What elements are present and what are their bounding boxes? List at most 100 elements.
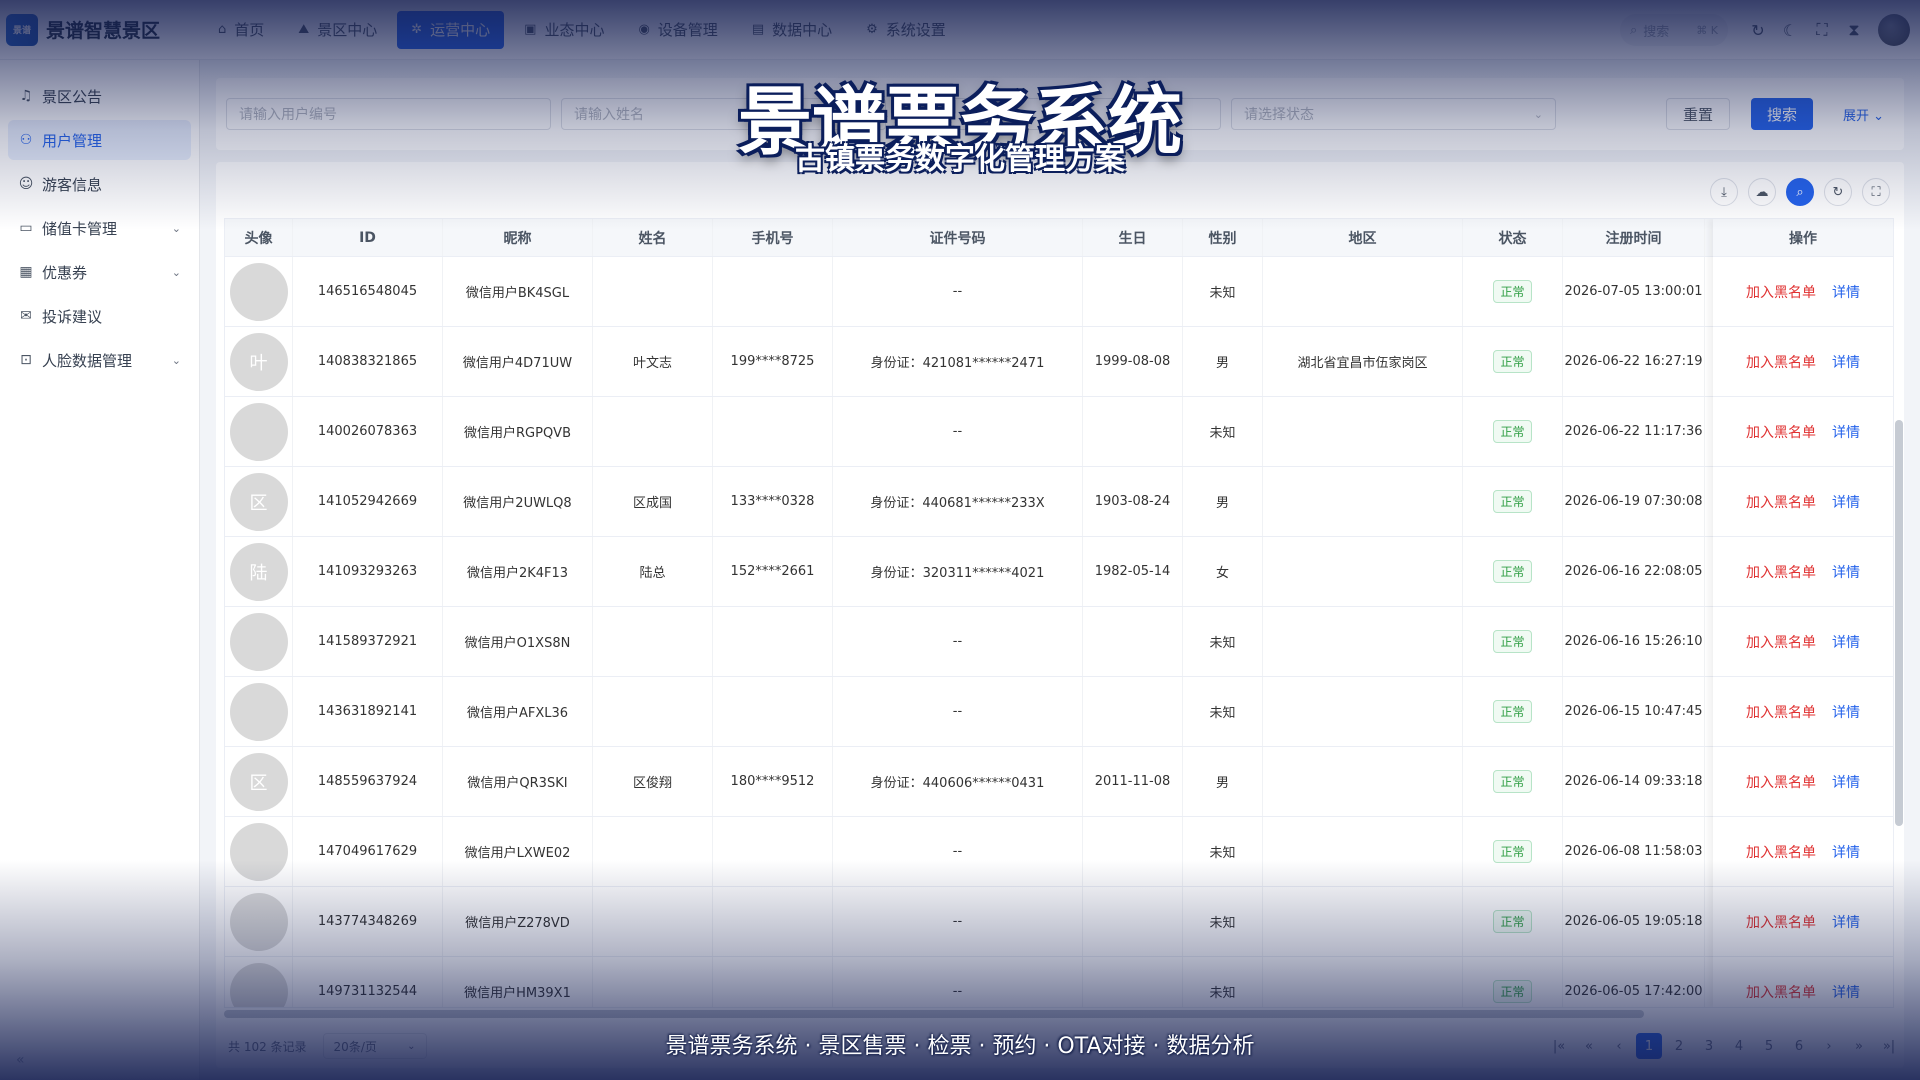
cell-id: 140026078363 xyxy=(293,397,443,466)
app-logo[interactable]: 景谱 景谱智慧景区 xyxy=(0,0,200,60)
status-badge: 正常 xyxy=(1493,700,1532,723)
detail-link[interactable]: 详情 xyxy=(1832,982,1860,1002)
table-row: 陆 141093293263 微信用户2K4F13 陆总 152****2661 身份证：… xyxy=(225,537,1893,607)
column-header: 昵称 xyxy=(443,219,593,256)
dark-mode-icon[interactable]: ☾ xyxy=(1774,21,1806,40)
vertical-scrollbar[interactable] xyxy=(1895,420,1903,826)
blacklist-link[interactable]: 加入黑名单 xyxy=(1746,842,1816,862)
cell-status: 正常 xyxy=(1463,677,1563,746)
status-badge: 正常 xyxy=(1493,840,1532,863)
nav-tab[interactable]: ▣ 业态中心 xyxy=(510,11,618,49)
blacklist-link[interactable]: 加入黑名单 xyxy=(1746,702,1816,722)
status-badge: 正常 xyxy=(1493,910,1532,933)
nav-tab[interactable]: ⌂ 首页 xyxy=(204,11,278,49)
column-header: ID xyxy=(293,219,443,256)
nav-tab-label: 业态中心 xyxy=(544,21,605,39)
cloud-upload-icon[interactable]: ☁ xyxy=(1748,178,1776,206)
blacklist-link[interactable]: 加入黑名单 xyxy=(1746,912,1816,932)
refresh-table-icon[interactable]: ↻ xyxy=(1824,178,1852,206)
cell-phone xyxy=(713,957,833,1007)
cell-id: 141093293263 xyxy=(293,537,443,606)
sidebar-item[interactable]: ▦ 优惠券 ⌄ xyxy=(8,252,191,292)
cell-nickname: 微信用户HM39X1 xyxy=(443,957,593,1007)
cell-phone: 180****9512 xyxy=(713,747,833,816)
detail-link[interactable]: 详情 xyxy=(1832,912,1860,932)
column-header: 证件号码 xyxy=(833,219,1083,256)
operation-column: 操作 加入黑名单 详情 加入黑名单 详情 加入黑名单 详情 加入黑名单 详情 加入黑名单 详情 加入黑… xyxy=(1713,219,1893,1007)
cell-name: 区成国 xyxy=(593,467,713,536)
detail-link[interactable]: 详情 xyxy=(1832,562,1860,582)
blacklist-link[interactable]: 加入黑名单 xyxy=(1746,352,1816,372)
global-search-placeholder: 搜索 xyxy=(1643,24,1670,40)
cell-cert: -- xyxy=(833,607,1083,676)
table-row: 143631892141 微信用户AFXL36 -- 未知 正常 2026-06-15 1… xyxy=(225,677,1893,747)
cell-gender: 男 xyxy=(1183,467,1263,536)
hourglass-icon[interactable]: ⧗ xyxy=(1838,20,1870,40)
cell-nickname: 微信用户BK4SGL xyxy=(443,257,593,326)
cell-region xyxy=(1263,817,1463,886)
blacklist-link[interactable]: 加入黑名单 xyxy=(1746,562,1816,582)
search-shortcut: ⌘ K xyxy=(1696,23,1718,37)
nav-tab[interactable]: ◉ 设备管理 xyxy=(624,11,731,49)
status-badge: 正常 xyxy=(1493,280,1532,303)
fullscreen-icon[interactable]: ⛶ xyxy=(1806,20,1838,40)
blacklist-link[interactable]: 加入黑名单 xyxy=(1746,772,1816,792)
cell-cert: 身份证：421081******2471 xyxy=(833,327,1083,396)
blacklist-link[interactable]: 加入黑名单 xyxy=(1746,492,1816,512)
cell-birthday xyxy=(1083,397,1183,466)
cell-birthday xyxy=(1083,257,1183,326)
cell-phone xyxy=(713,887,833,956)
column-header: 生日 xyxy=(1083,219,1183,256)
cell-registered: 2026-06-15 10:47:45 xyxy=(1563,677,1705,746)
cell-cert: 身份证：440681******233X xyxy=(833,467,1083,536)
face-scan-icon: ⊡ xyxy=(20,352,32,368)
cell-phone: 152****2661 xyxy=(713,537,833,606)
cell-gender: 未知 xyxy=(1183,257,1263,326)
nav-tab[interactable]: ⚙ 系统设置 xyxy=(852,11,960,49)
settings-icon: ⚙ xyxy=(866,22,878,37)
detail-link[interactable]: 详情 xyxy=(1832,282,1860,302)
search-toggle-icon[interactable]: ⌕ xyxy=(1786,178,1814,206)
cell-phone xyxy=(713,607,833,676)
blacklist-link[interactable]: 加入黑名单 xyxy=(1746,632,1816,652)
cell-gender: 未知 xyxy=(1183,607,1263,676)
refresh-icon[interactable]: ↻ xyxy=(1742,21,1774,40)
detail-link[interactable]: 详情 xyxy=(1832,772,1860,792)
cell-id: 141052942669 xyxy=(293,467,443,536)
global-search[interactable]: ⌕ 搜索 ⌘ K xyxy=(1620,14,1728,46)
top-right-tools: ⌕ 搜索 ⌘ K ↻ ☾ ⛶ ⧗ xyxy=(1620,0,1910,60)
nav-tab[interactable]: ▤ 数据中心 xyxy=(738,11,846,49)
detail-link[interactable]: 详情 xyxy=(1832,492,1860,512)
cell-nickname: 微信用户AFXL36 xyxy=(443,677,593,746)
column-header: 手机号 xyxy=(713,219,833,256)
cell-status: 正常 xyxy=(1463,327,1563,396)
sidebar-item[interactable]: ▭ 储值卡管理 ⌄ xyxy=(8,208,191,248)
nav-tab[interactable]: ✲ 运营中心 xyxy=(397,10,505,49)
cell-status: 正常 xyxy=(1463,957,1563,1007)
cell-birthday xyxy=(1083,677,1183,746)
user-avatar[interactable] xyxy=(1878,14,1910,46)
sidebar-item-label: 投诉建议 xyxy=(42,307,103,326)
sidebar-item[interactable]: ✉ 投诉建议 xyxy=(8,296,191,336)
download-icon[interactable]: ⤓ xyxy=(1710,178,1738,206)
row-actions: 加入黑名单 详情 xyxy=(1713,817,1893,887)
cell-status: 正常 xyxy=(1463,397,1563,466)
detail-link[interactable]: 详情 xyxy=(1832,352,1860,372)
cell-birthday: 1999-08-08 xyxy=(1083,327,1183,396)
nav-tab[interactable]: ⛰ 景区中心 xyxy=(284,11,391,49)
fullscreen-table-icon[interactable]: ⛶ xyxy=(1862,178,1890,206)
sidebar-item[interactable]: ⊡ 人脸数据管理 ⌄ xyxy=(8,340,191,380)
horizontal-scrollbar[interactable] xyxy=(224,1010,1644,1018)
landscape-icon: ⛰ xyxy=(298,22,310,37)
cell-cert: -- xyxy=(833,817,1083,886)
blacklist-link[interactable]: 加入黑名单 xyxy=(1746,422,1816,442)
cell-avatar xyxy=(225,817,293,886)
detail-link[interactable]: 详情 xyxy=(1832,422,1860,442)
blacklist-link[interactable]: 加入黑名单 xyxy=(1746,282,1816,302)
detail-link[interactable]: 详情 xyxy=(1832,842,1860,862)
cell-name xyxy=(593,887,713,956)
blacklist-link[interactable]: 加入黑名单 xyxy=(1746,982,1816,1002)
main-nav-tabs: ⌂ 首页 ⛰ 景区中心 ✲ 运营中心 ▣ 业态中心 ◉ 设备管理 ▤ 数据中心 ⚙ 系统设置 xyxy=(204,0,966,60)
detail-link[interactable]: 详情 xyxy=(1832,632,1860,652)
detail-link[interactable]: 详情 xyxy=(1832,702,1860,722)
